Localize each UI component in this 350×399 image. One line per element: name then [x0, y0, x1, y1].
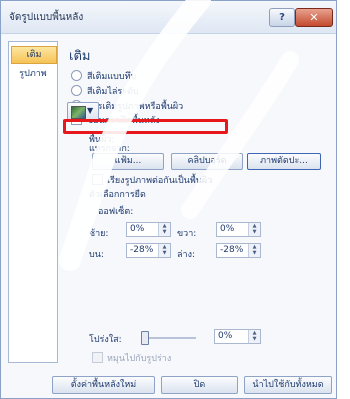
gradient-fill-radio[interactable]: [71, 85, 82, 96]
gradient-fill-label: สีเติมไล่ระดับ: [87, 87, 139, 97]
offset-left-label: ซ้าย:: [89, 229, 109, 239]
reset-background-button[interactable]: ตั้งค่าพื้นหลังใหม่: [52, 376, 155, 394]
solid-fill-radio[interactable]: [71, 70, 82, 81]
rotate-with-shape-label: หมุนไปกับรูปร่าง: [107, 354, 172, 364]
tile-picture-checkbox[interactable]: [92, 174, 103, 185]
title-bar[interactable]: จัดรูปแบบพื้นหลัง ? ✕: [1, 1, 336, 34]
offset-bottom-spinner[interactable]: -28% ▲ ▼: [216, 243, 261, 258]
picture-texture-fill-label: การเติมรูปภาพหรือพื้นผิว: [87, 102, 184, 112]
clipart-button[interactable]: ภาพตัดปะ...: [247, 153, 321, 170]
transparency-slider-thumb[interactable]: [141, 331, 149, 345]
offset-top-label: บน:: [89, 250, 104, 260]
clipboard-button[interactable]: คลิปบอร์ด: [171, 153, 243, 170]
offset-left-value: 0%: [130, 224, 145, 234]
spinner-arrows-icon[interactable]: ▲ ▼: [248, 244, 260, 257]
solid-fill-label: สีเติมแบบทึบ: [87, 72, 137, 82]
transparency-value: 0%: [218, 331, 233, 341]
offset-bottom-label: ล่าง:: [177, 250, 195, 260]
offsets-label: ออฟเซ็ต:: [98, 207, 134, 217]
fill-panel: เติม สีเติมแบบทึบ สีเติมไล่ระดับ การเติม…: [61, 41, 331, 361]
sidebar-item-picture[interactable]: รูปภาพ: [11, 66, 55, 82]
offset-bottom-value: -28%: [220, 245, 244, 255]
stretch-options-label: ตัวเลือกการยืด: [89, 190, 146, 200]
spinner-arrows-icon[interactable]: ▲ ▼: [158, 244, 170, 257]
close-icon[interactable]: ✕: [295, 8, 333, 27]
dialog-title: จัดรูปแบบพื้นหลัง: [9, 12, 84, 23]
format-background-dialog: จัดรูปแบบพื้นหลัง ? ✕ เติม รูปภาพ เติม ส…: [0, 0, 337, 399]
rotate-with-shape-checkbox[interactable]: [92, 352, 103, 363]
chevron-down-icon: ▼: [87, 106, 94, 115]
texture-swatch: [71, 106, 86, 119]
spinner-arrows-icon[interactable]: ▲ ▼: [158, 223, 170, 236]
close-button[interactable]: ปิด: [161, 376, 238, 394]
tile-picture-label: เรียงรูปภาพต่อกันเป็นพื้นผิว: [107, 176, 213, 186]
section-title: เติม: [69, 49, 91, 64]
transparency-slider-track[interactable]: [141, 337, 196, 339]
red-highlight-box: [63, 119, 228, 134]
offset-right-spinner[interactable]: 0% ▲ ▼: [216, 222, 261, 237]
offset-right-label: ขวา:: [177, 229, 197, 239]
apply-to-all-button[interactable]: นำไปใช้กับทั้งหมด: [244, 376, 332, 394]
sidebar-item-fill[interactable]: เติม: [11, 46, 57, 64]
file-button[interactable]: แฟ้ม...: [92, 153, 164, 170]
spinner-arrows-icon[interactable]: ▲ ▼: [248, 330, 260, 343]
offset-top-spinner[interactable]: -28% ▲ ▼: [126, 243, 171, 258]
category-sidebar: เติม รูปภาพ: [8, 41, 58, 363]
offset-left-spinner[interactable]: 0% ▲ ▼: [126, 222, 171, 237]
offset-top-value: -28%: [130, 245, 154, 255]
offset-right-value: 0%: [220, 224, 235, 234]
transparency-spinner[interactable]: 0% ▲ ▼: [214, 329, 261, 344]
transparency-label: โปร่งใส:: [89, 335, 122, 345]
help-button[interactable]: ?: [269, 8, 295, 27]
spinner-arrows-icon[interactable]: ▲ ▼: [248, 223, 260, 236]
